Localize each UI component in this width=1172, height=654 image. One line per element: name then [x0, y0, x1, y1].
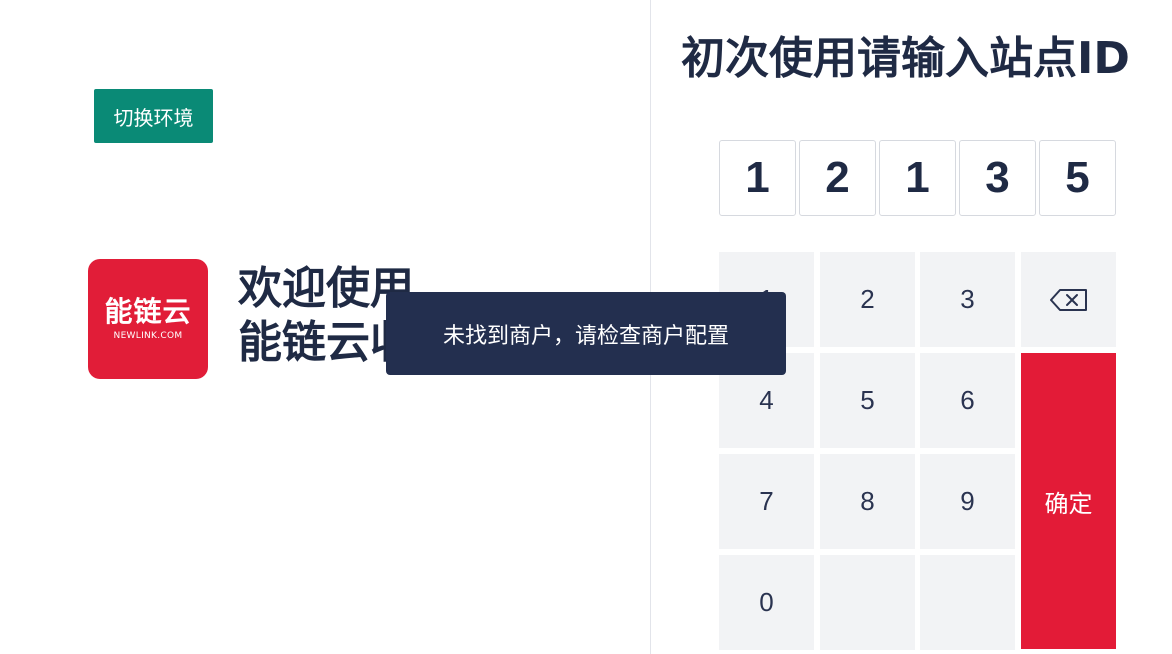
station-id-digit: 1	[719, 140, 796, 216]
app-logo: 能链云 NEWLINK.COM	[88, 259, 208, 379]
confirm-button[interactable]: 确定	[1021, 353, 1116, 649]
backspace-icon	[1049, 288, 1087, 311]
keypad-key-2[interactable]: 2	[820, 252, 915, 347]
keypad-key-7[interactable]: 7	[719, 454, 814, 549]
keypad-key-0[interactable]: 0	[719, 555, 814, 650]
error-toast: 未找到商户，请检查商户配置	[386, 292, 786, 375]
keypad-key-5[interactable]: 5	[820, 353, 915, 448]
toast-message: 未找到商户，请检查商户配置	[442, 323, 729, 349]
keypad-key-6[interactable]: 6	[920, 353, 1015, 448]
logo-text-cn: 能链云	[104, 294, 192, 328]
keypad-key-3[interactable]: 3	[920, 252, 1015, 347]
keypad-empty-key	[920, 555, 1015, 650]
switch-environment-button[interactable]: 切换环境	[94, 89, 213, 143]
station-id-digit: 2	[799, 140, 876, 216]
station-id-title: 初次使用请输入站点ID	[681, 33, 1130, 84]
station-id-digit: 1	[879, 140, 956, 216]
keypad-backspace-button[interactable]	[1021, 252, 1116, 347]
station-id-digit: 3	[959, 140, 1036, 216]
station-id-digit: 5	[1039, 140, 1116, 216]
keypad-key-9[interactable]: 9	[920, 454, 1015, 549]
logo-text-en: NEWLINK.COM	[113, 330, 183, 341]
keypad-key-8[interactable]: 8	[820, 454, 915, 549]
keypad-empty-key	[820, 555, 915, 650]
app-screen: 切换环境 能链云 NEWLINK.COM 欢迎使用 能链云收银台 初次使用请输入…	[0, 0, 1172, 654]
